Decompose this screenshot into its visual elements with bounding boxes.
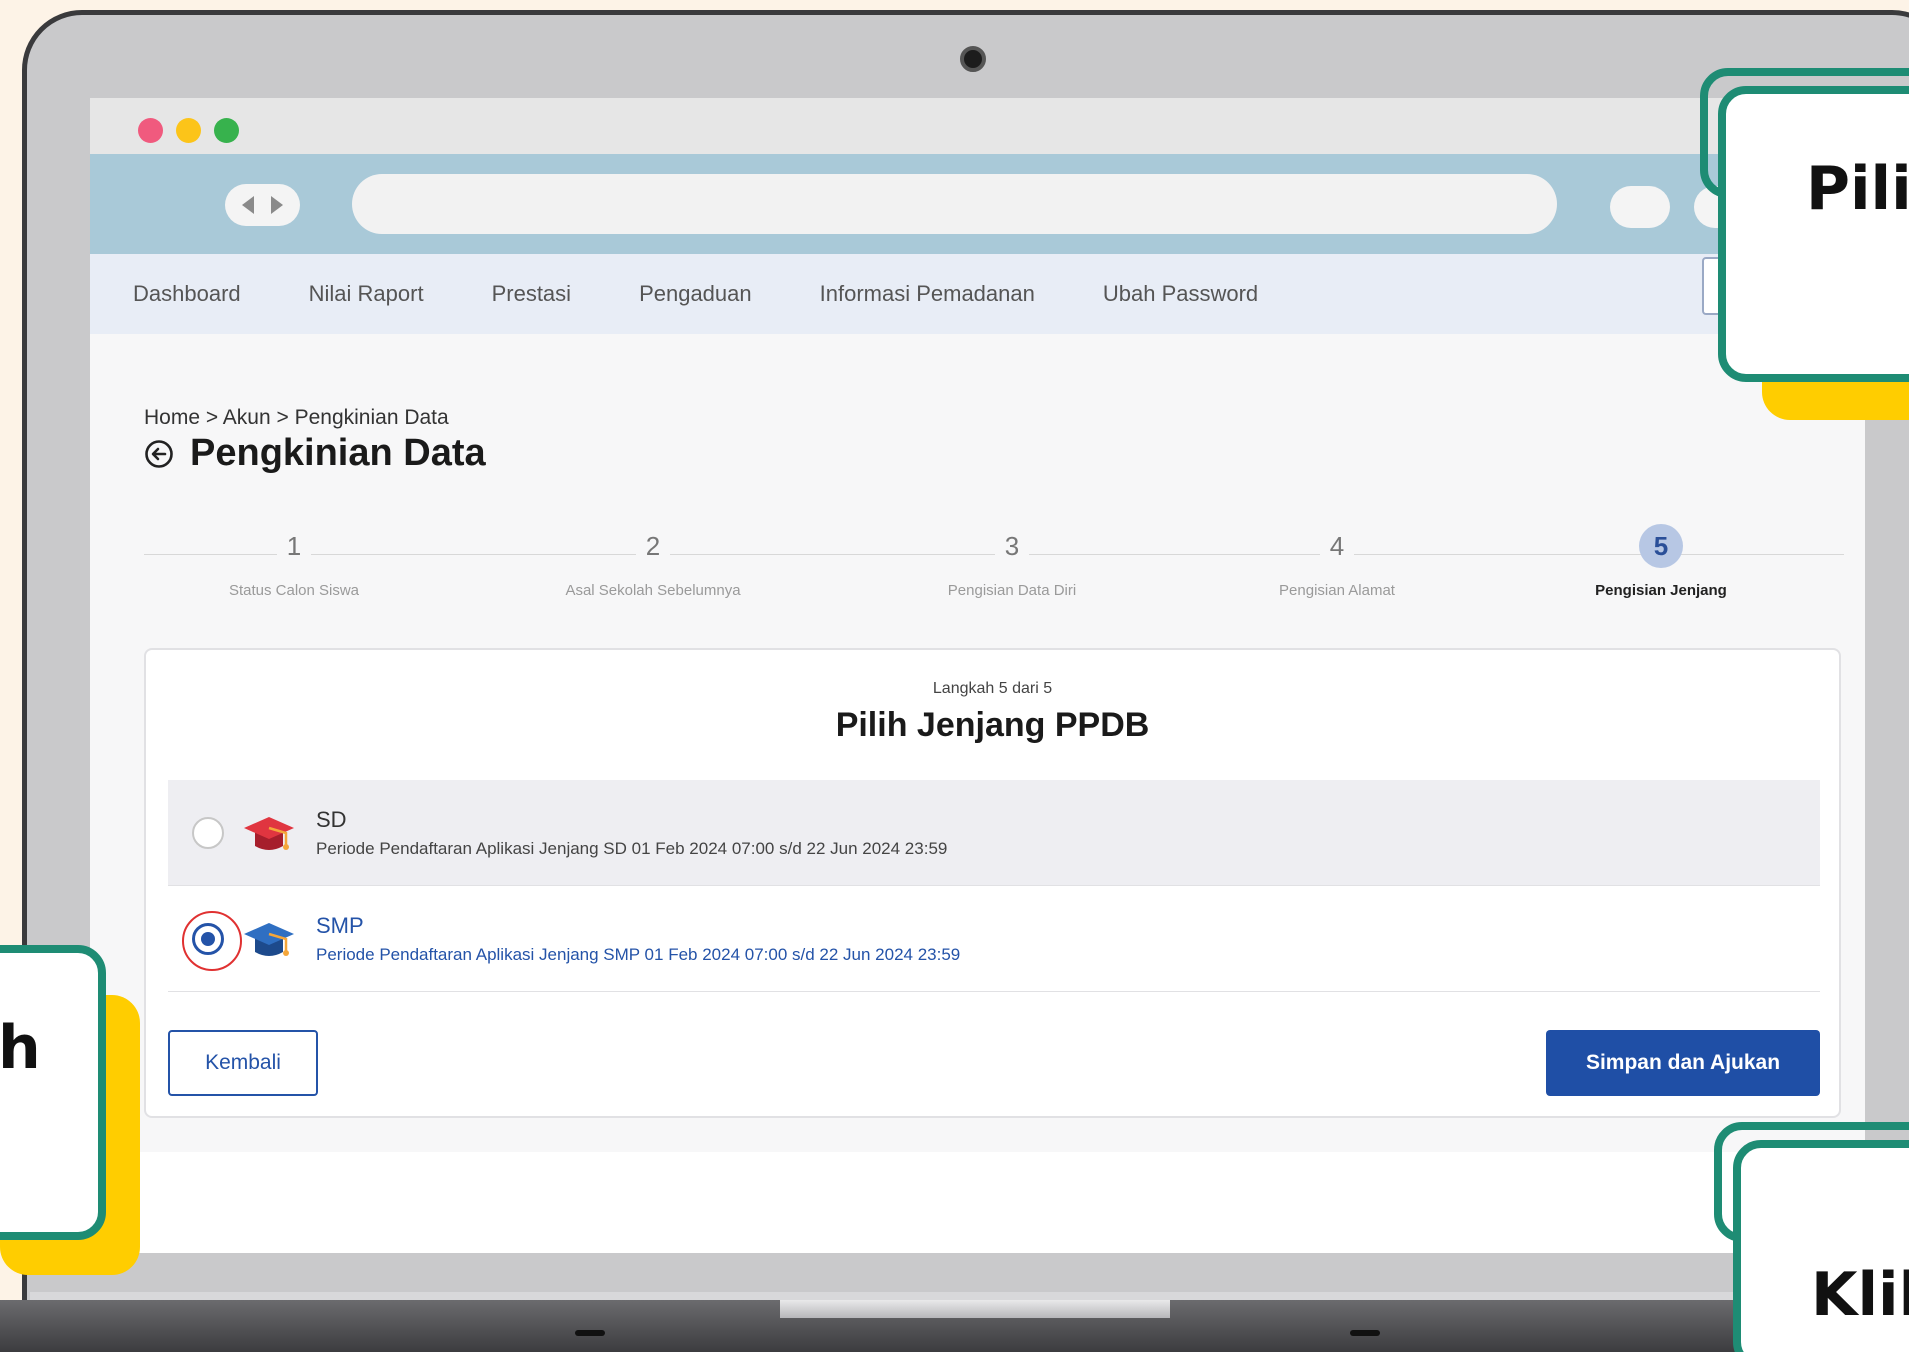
step-number: 4 xyxy=(1319,524,1355,568)
page-title-text: Pengkinian Data xyxy=(190,432,486,474)
laptop-foot xyxy=(1350,1330,1380,1336)
step-number: 3 xyxy=(994,524,1030,568)
breadcrumb: Home > Akun > Pengkinian Data xyxy=(144,406,449,429)
step-label: Pengisian Data Diri xyxy=(947,582,1077,599)
step-4: 4 Pengisian Alamat xyxy=(1187,524,1487,599)
option-period: Periode Pendaftaran Aplikasi Jenjang SMP… xyxy=(316,944,961,964)
menu-item-informasi-pemadanan[interactable]: Informasi Pemadanan xyxy=(820,281,1035,307)
menu-item-dashboard[interactable]: Dashboard xyxy=(133,281,241,307)
simpan-ajukan-button[interactable]: Simpan dan Ajukan xyxy=(1546,1030,1820,1096)
back-circle-arrow-icon[interactable] xyxy=(144,439,174,469)
step-label: Asal Sekolah Sebelumnya xyxy=(565,582,741,599)
step-1: 1 Status Calon Siswa xyxy=(144,524,444,599)
step-label: Status Calon Siswa xyxy=(228,582,360,599)
page-footer xyxy=(90,1152,1865,1252)
arrow-right-icon[interactable] xyxy=(271,196,284,214)
radio-sd[interactable] xyxy=(192,816,224,849)
jenjang-card: Langkah 5 dari 5 Pilih Jenjang PPDB SD P… xyxy=(144,648,1841,1118)
step-number-active: 5 xyxy=(1639,524,1683,568)
arrow-left-icon[interactable] xyxy=(241,196,254,214)
option-name: SMP xyxy=(316,912,364,938)
minimize-window-icon[interactable] xyxy=(176,118,201,143)
main-content: Home > Akun > Pengkinian Data Pengkinian… xyxy=(90,334,1865,1252)
option-sd[interactable]: SD Periode Pendaftaran Aplikasi Jenjang … xyxy=(168,780,1820,886)
stepper: 1 Status Calon Siswa 2 Asal Sekolah Sebe… xyxy=(144,524,1844,624)
step-2: 2 Asal Sekolah Sebelumnya xyxy=(503,524,803,599)
maximize-window-icon[interactable] xyxy=(214,118,239,143)
option-text: SD Periode Pendaftaran Aplikasi Jenjang … xyxy=(316,807,947,859)
option-text: SMP Periode Pendaftaran Aplikasi Jenjang… xyxy=(316,913,960,965)
laptop-foot xyxy=(575,1330,605,1336)
toolbar-button[interactable] xyxy=(1610,186,1670,228)
top-menu: Dashboard Nilai Raport Prestasi Pengadua… xyxy=(90,254,1865,334)
webcam-icon xyxy=(960,46,986,72)
step-label-active: Pengisian Jenjang xyxy=(1595,582,1727,599)
menu-item-nilai-raport[interactable]: Nilai Raport xyxy=(309,281,424,307)
highlight-circle xyxy=(182,911,242,971)
step-5: 5 Pengisian Jenjang xyxy=(1511,524,1811,599)
close-window-icon[interactable] xyxy=(138,118,163,143)
callout-text: Klil xyxy=(1811,1260,1909,1330)
step-label: Pengisian Alamat xyxy=(1279,582,1395,599)
address-bar[interactable] xyxy=(352,174,1557,234)
option-period: Periode Pendaftaran Aplikasi Jenjang SD … xyxy=(316,838,948,858)
menu-item-prestasi[interactable]: Prestasi xyxy=(492,281,571,307)
option-smp[interactable]: SMP Periode Pendaftaran Aplikasi Jenjang… xyxy=(168,886,1820,992)
menu-item-ubah-password[interactable]: Ubah Password xyxy=(1103,281,1258,307)
step-number: 2 xyxy=(635,524,671,568)
callout-text: Pili xyxy=(1806,154,1909,224)
callout-text: h xyxy=(0,1013,41,1083)
step-3: 3 Pengisian Data Diri xyxy=(862,524,1162,599)
laptop-hinge xyxy=(780,1300,1170,1318)
callout-bottom-right: Klil xyxy=(1733,1140,1909,1352)
callout-top-right: Pili xyxy=(1718,86,1909,382)
browser-window: Dashboard Nilai Raport Prestasi Pengadua… xyxy=(90,98,1865,1253)
graduation-cap-red-icon xyxy=(244,816,294,850)
step-counter: Langkah 5 dari 5 xyxy=(932,680,1053,697)
callout-left: h xyxy=(0,945,106,1240)
kembali-button[interactable]: Kembali xyxy=(168,1030,318,1096)
menu-item-pengaduan[interactable]: Pengaduan xyxy=(639,281,752,307)
back-forward-buttons[interactable] xyxy=(225,184,300,226)
option-name: SD xyxy=(316,806,347,832)
card-title: Pilih Jenjang PPDB xyxy=(835,706,1150,744)
page-title: Pengkinian Data xyxy=(144,432,486,475)
step-number: 1 xyxy=(276,524,312,568)
graduation-cap-blue-icon xyxy=(244,922,294,956)
browser-titlebar xyxy=(90,98,1865,154)
browser-toolbar xyxy=(90,154,1865,254)
